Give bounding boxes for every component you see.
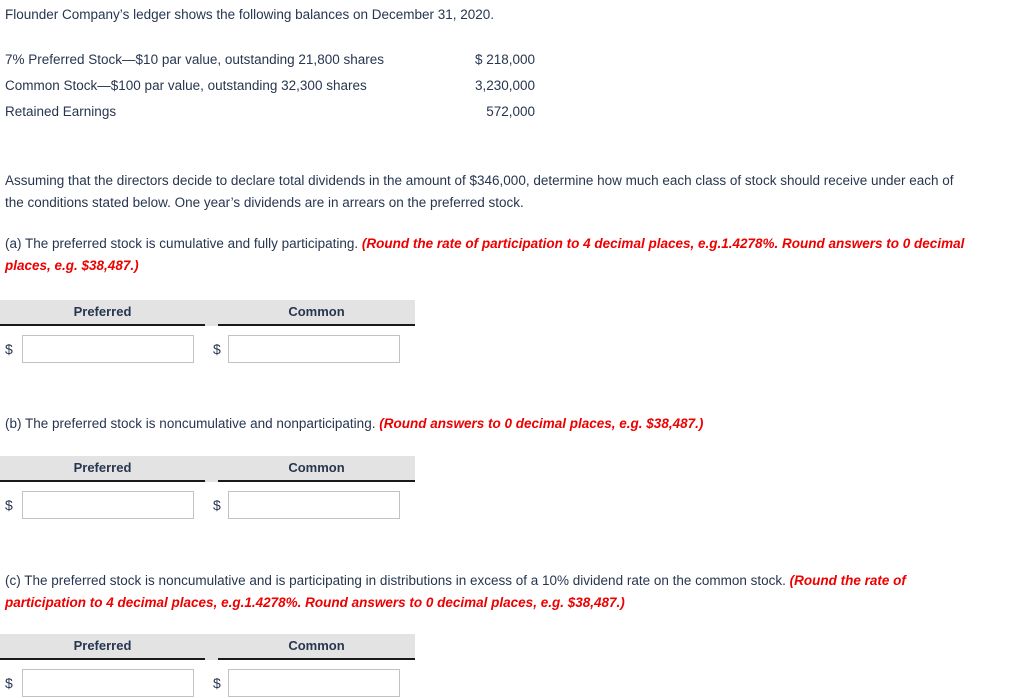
question-b: (b) The preferred stock is noncumulative… xyxy=(5,413,975,435)
question-c-letter: (c) xyxy=(5,573,21,588)
answer-table-c-header-row: Preferred Common xyxy=(0,634,430,660)
ledger-label: Retained Earnings xyxy=(5,104,117,119)
worksheet-page: Flounder Company’s ledger shows the foll… xyxy=(0,0,1024,697)
currency-symbol-common: $ xyxy=(213,340,221,357)
currency-symbol-common: $ xyxy=(213,674,221,691)
preferred-amount-input[interactable] xyxy=(22,491,194,519)
ledger-amount: $ 218,000 xyxy=(474,52,535,67)
question-a-letter: (a) xyxy=(5,236,22,251)
column-header-common: Common xyxy=(218,634,415,660)
answer-table-b: Preferred Common $ $ xyxy=(0,456,430,520)
ledger-amount: 572,000 xyxy=(486,104,535,119)
common-amount-input[interactable] xyxy=(228,669,400,697)
currency-symbol-common: $ xyxy=(213,496,221,513)
ledger-balances: 7% Preferred Stock—$10 par value, outsta… xyxy=(5,50,545,128)
common-amount-input[interactable] xyxy=(228,335,400,363)
ledger-amount: 3,230,000 xyxy=(474,78,535,93)
answer-table-b-header-row: Preferred Common xyxy=(0,456,430,482)
answer-table-a-input-row: $ $ xyxy=(0,334,430,364)
answer-table-a: Preferred Common $ $ xyxy=(0,300,430,364)
ledger-row: 7% Preferred Stock—$10 par value, outsta… xyxy=(5,50,545,76)
preferred-amount-input[interactable] xyxy=(22,335,194,363)
ledger-label: 7% Preferred Stock—$10 par value, outsta… xyxy=(5,52,384,67)
common-amount-input[interactable] xyxy=(228,491,400,519)
column-header-preferred: Preferred xyxy=(0,456,205,482)
column-header-common: Common xyxy=(218,456,415,482)
answer-table-c: Preferred Common $ $ xyxy=(0,634,430,698)
column-header-common: Common xyxy=(218,300,415,326)
question-b-hint: (Round answers to 0 decimal places, e.g.… xyxy=(379,416,704,431)
question-a-text: The preferred stock is cumulative and fu… xyxy=(21,236,362,251)
assumption-paragraph: Assuming that the directors decide to de… xyxy=(5,173,954,210)
column-header-preferred: Preferred xyxy=(0,300,205,326)
answer-table-a-header-row: Preferred Common xyxy=(0,300,430,326)
currency-symbol-preferred: $ xyxy=(5,496,13,513)
preferred-amount-input[interactable] xyxy=(22,669,194,697)
column-header-preferred: Preferred xyxy=(0,634,205,660)
answer-table-c-input-row: $ $ xyxy=(0,668,430,698)
currency-symbol-preferred: $ xyxy=(5,340,13,357)
answer-table-b-input-row: $ $ xyxy=(0,490,430,520)
currency-symbol-preferred: $ xyxy=(5,674,13,691)
ledger-label: Common Stock—$100 par value, outstanding… xyxy=(5,78,367,93)
question-b-letter: (b) xyxy=(5,416,22,431)
ledger-row: Common Stock—$100 par value, outstanding… xyxy=(5,76,545,102)
question-b-text: The preferred stock is noncumulative and… xyxy=(21,416,380,431)
question-a: (a) The preferred stock is cumulative an… xyxy=(5,233,975,277)
question-c: (c) The preferred stock is noncumulative… xyxy=(5,570,975,614)
column-gap xyxy=(205,300,218,326)
intro-sentence: Flounder Company’s ledger shows the foll… xyxy=(5,7,495,22)
question-c-text: The preferred stock is noncumulative and… xyxy=(20,573,790,588)
column-gap xyxy=(205,634,218,660)
ledger-row: Retained Earnings 572,000 xyxy=(5,102,545,128)
column-gap xyxy=(205,456,218,482)
